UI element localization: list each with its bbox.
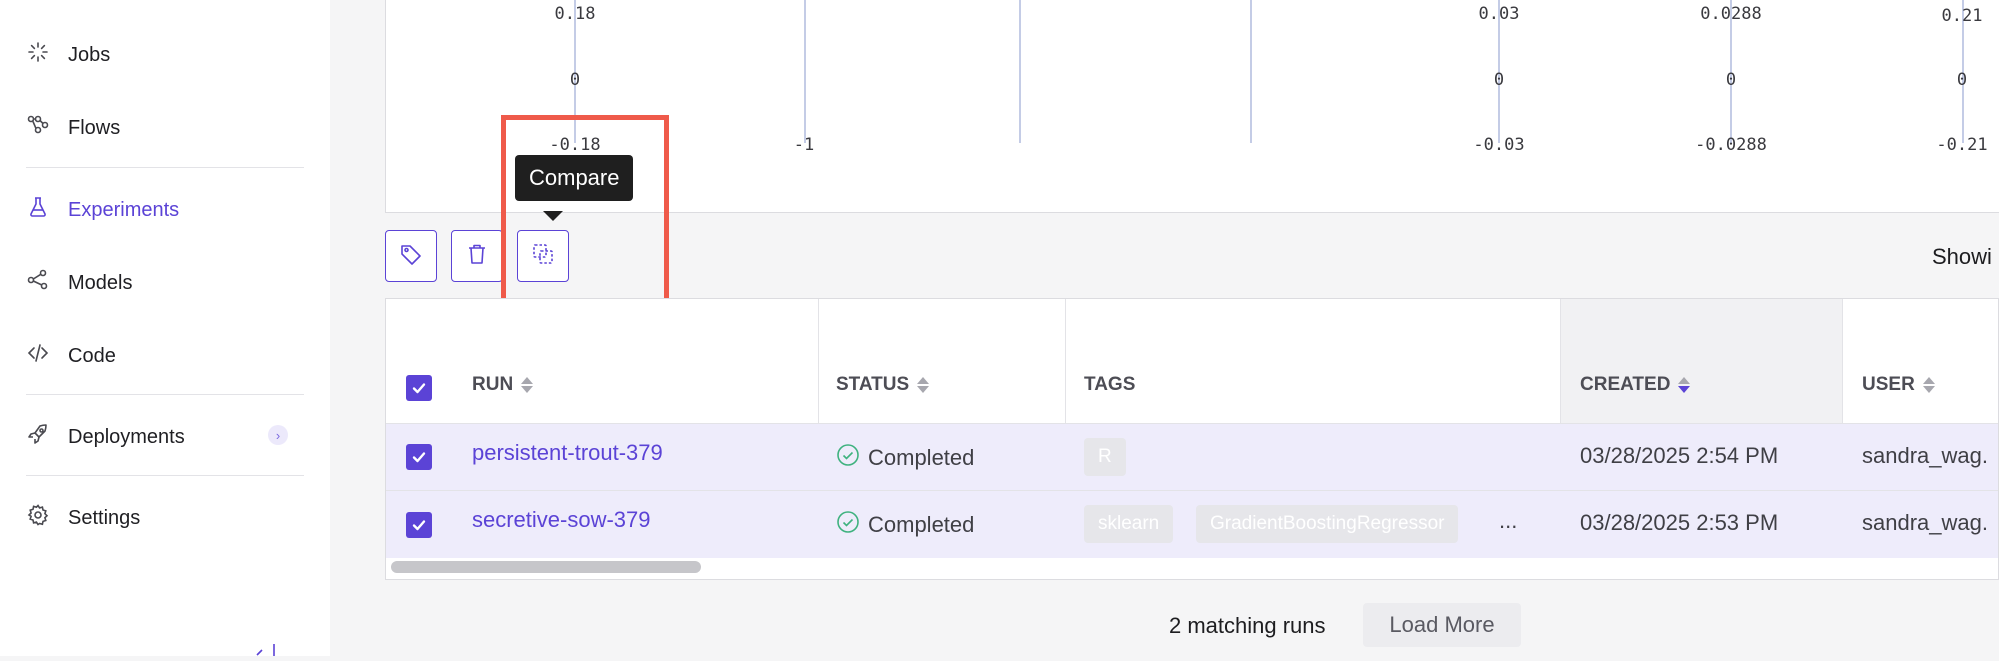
trash-icon — [465, 242, 489, 271]
sort-icon — [1922, 377, 1935, 393]
tag-chip: GradientBoostingRegressor — [1196, 505, 1459, 543]
showing-text: Showi — [1932, 244, 1992, 269]
row-checkbox[interactable] — [406, 512, 432, 538]
sidebar-item-label: Settings — [68, 506, 141, 529]
created-cell: 03/28/2025 2:54 PM — [1580, 443, 1779, 468]
column-header-run[interactable]: RUN — [472, 374, 534, 396]
row-checkbox[interactable] — [406, 444, 432, 470]
sidebar-item-flows[interactable]: Flows — [26, 113, 120, 143]
sidebar-item-settings[interactable]: Settings — [26, 503, 140, 533]
created-cell: 03/28/2025 2:53 PM — [1580, 510, 1779, 535]
sidebar-item-experiments[interactable]: Experiments — [26, 195, 179, 225]
axis-tick: 0.03 — [1478, 4, 1520, 24]
tag-icon — [399, 242, 423, 271]
axis-tick: 0.18 — [554, 4, 596, 24]
more-tags-ellipsis[interactable]: ... — [1499, 508, 1517, 534]
column-divider — [1842, 299, 1843, 423]
delete-button[interactable] — [451, 230, 503, 282]
collapse-sidebar-icon[interactable] — [252, 640, 278, 661]
sidebar-item-label: Jobs — [68, 43, 111, 66]
axis-tick: -0.21 — [1936, 135, 1988, 155]
sidebar-item-label: Deployments — [68, 425, 185, 448]
flask-icon — [26, 195, 50, 225]
column-divider — [1065, 299, 1066, 423]
tag-chip: sklearn — [1084, 505, 1174, 543]
sidebar-item-code[interactable]: Code — [26, 341, 116, 371]
sort-icon — [521, 377, 534, 393]
sidebar-item-label: Experiments — [68, 198, 180, 221]
horizontal-scrollbar[interactable] — [391, 561, 701, 573]
axis-tick: 0.21 — [1941, 6, 1983, 26]
sort-icon — [917, 377, 930, 393]
rocket-icon — [26, 422, 50, 452]
matching-runs-count: 2 matching runs — [1169, 613, 1326, 638]
axis-tick: 0.0288 — [1700, 4, 1762, 24]
column-divider — [1560, 299, 1561, 423]
axis-line — [804, 0, 806, 143]
column-header-tags: TAGS — [1084, 374, 1135, 396]
runs-table: RUN STATUS TAGS CREATED USER persistent-… — [385, 298, 1999, 580]
header-label: STATUS — [836, 374, 910, 395]
axis-line — [1019, 0, 1021, 143]
header-label: CREATED — [1580, 374, 1671, 395]
user-cell: sandra_wag. — [1862, 510, 1988, 535]
axis-line — [1250, 0, 1252, 143]
axis-tick: 0 — [1956, 70, 1968, 90]
sidebar-item-deployments[interactable]: Deployments — [26, 422, 185, 452]
sidebar-item-label: Models — [68, 271, 133, 294]
code-icon — [26, 341, 50, 371]
axis-tick: -0.0288 — [1695, 135, 1767, 155]
run-link[interactable]: persistent-trout-379 — [472, 440, 663, 466]
sidebar-item-label: Flows — [68, 116, 121, 139]
tag-button[interactable] — [385, 230, 437, 282]
flow-icon — [26, 113, 50, 143]
gear-icon — [26, 503, 50, 533]
chevron-right-icon[interactable]: › — [268, 425, 288, 445]
check-circle-icon — [836, 510, 860, 540]
header-label: TAGS — [1084, 374, 1136, 395]
select-all-checkbox[interactable] — [406, 375, 432, 401]
axis-tick: 0 — [1725, 70, 1737, 90]
status-text: Completed — [868, 512, 975, 537]
table-row[interactable]: persistent-trout-379 Completed R 03/28/2… — [386, 423, 1998, 491]
column-header-user[interactable]: USER — [1862, 374, 1935, 396]
loader-icon — [26, 40, 50, 70]
column-divider — [818, 299, 819, 423]
divider — [26, 167, 304, 168]
divider — [26, 394, 304, 395]
column-header-created[interactable]: CREATED — [1580, 374, 1691, 396]
run-link[interactable]: secretive-sow-379 — [472, 507, 651, 533]
sorted-column-bg — [1560, 299, 1842, 423]
load-more-button[interactable]: Load More — [1363, 603, 1521, 647]
divider — [26, 475, 304, 476]
tag-chip: R — [1084, 438, 1126, 476]
axis-tick: -0.03 — [1473, 135, 1525, 155]
column-header-status[interactable]: STATUS — [836, 374, 930, 396]
highlight-box — [501, 115, 669, 314]
header-label: RUN — [472, 374, 514, 395]
status-cell: Completed — [836, 510, 974, 540]
axis-tick: -1 — [793, 135, 815, 155]
sidebar-item-label: Code — [68, 344, 116, 367]
sort-desc-icon — [1678, 377, 1691, 393]
axis-tick: 0 — [1493, 70, 1505, 90]
check-circle-icon — [836, 443, 860, 473]
user-cell: sandra_wag. — [1862, 443, 1988, 468]
header-label: USER — [1862, 374, 1915, 395]
sidebar: Jobs Flows Experiments Models Code Deplo… — [0, 0, 330, 656]
sidebar-item-jobs[interactable]: Jobs — [26, 40, 110, 70]
status-cell: Completed — [836, 443, 974, 473]
axis-tick: 0 — [569, 70, 581, 90]
table-row[interactable]: secretive-sow-379 Completed sklearn Grad… — [386, 490, 1998, 558]
status-text: Completed — [868, 445, 975, 470]
sidebar-item-models[interactable]: Models — [26, 268, 132, 298]
models-icon — [26, 268, 50, 298]
